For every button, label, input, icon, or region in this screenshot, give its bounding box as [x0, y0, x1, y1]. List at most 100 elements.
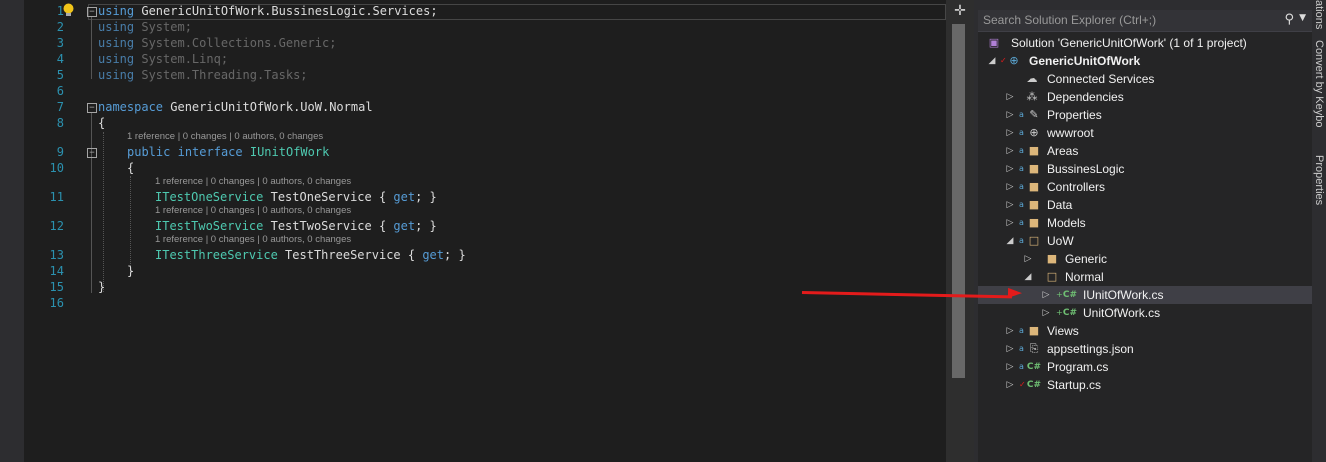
collapsed-arrow-icon[interactable]: ▷ [1005, 322, 1015, 340]
tree-item-models[interactable]: ▷ a ■ Models [978, 214, 1312, 232]
tab-properties[interactable]: Properties [1313, 155, 1325, 205]
tree-item-program[interactable]: ▷ a C# Program.cs [978, 358, 1312, 376]
line-number: 7 [56, 100, 64, 114]
collapsed-arrow-icon[interactable]: ▷ [1005, 160, 1015, 178]
tree-item-controllers[interactable]: ▷ a ■ Controllers [978, 178, 1312, 196]
tree-item-connected-services[interactable]: ☁ Connected Services [978, 70, 1312, 88]
tree-item-wwwroot[interactable]: ▷ a ⊕ wwwroot [978, 124, 1312, 142]
globe-icon: ⊕ [1029, 126, 1039, 139]
tree-item-areas[interactable]: ▷ a ■ Areas [978, 142, 1312, 160]
codelens-info[interactable]: 1 reference | 0 changes | 0 authors, 0 c… [155, 234, 351, 246]
editor-vertical-scrollbar[interactable]: ✛ [946, 0, 974, 462]
code-editor[interactable]: 1 2 3 4 5 6 7 8 9 10 11 12 13 14 15 16 −… [24, 0, 946, 462]
code-text: ; } [415, 190, 437, 204]
collapsed-arrow-icon[interactable]: ▷ [1005, 376, 1015, 394]
tree-item-label: Controllers [1047, 180, 1106, 194]
collapse-toggle[interactable]: − [87, 148, 97, 158]
collapsed-arrow-icon[interactable]: ▷ [1005, 142, 1015, 160]
side-tool-tabs: ations Convert by Keybo Properties [1312, 0, 1326, 462]
collapse-toggle[interactable]: − [87, 7, 97, 17]
expanded-arrow-icon[interactable]: ◢ [987, 52, 997, 70]
collapsed-arrow-icon[interactable]: ▷ [1041, 286, 1051, 304]
code-text: GenericUnitOfWork.UoW.Normal [163, 100, 373, 114]
tree-item-properties[interactable]: ▷ a ✎ Properties [978, 106, 1312, 124]
tree-item-normal[interactable]: ◢ □ Normal [978, 268, 1312, 286]
code-line[interactable]: ITestOneService TestOneService { get; } [155, 189, 437, 205]
code-text: ; } [444, 248, 466, 262]
keyword: using [98, 68, 135, 82]
tree-item-iunitofwork[interactable]: ▷ + C# IUnitOfWork.cs [978, 286, 1312, 304]
chevron-down-icon[interactable]: ▼ [1299, 13, 1306, 23]
tree-item-label: UnitOfWork.cs [1083, 306, 1161, 320]
expanded-arrow-icon[interactable]: ◢ [1005, 232, 1015, 250]
collapsed-arrow-icon[interactable]: ▷ [1005, 88, 1015, 106]
code-line[interactable]: namespace GenericUnitOfWork.UoW.Normal [98, 99, 373, 115]
code-text: TestTwoService { [263, 219, 394, 233]
codelens-info[interactable]: 1 reference | 0 changes | 0 authors, 0 c… [155, 176, 351, 188]
tree-item-appsettings[interactable]: ▷ a ⎘ appsettings.json [978, 340, 1312, 358]
tab-convert-by-keyboard[interactable]: Convert by Keybo [1313, 40, 1325, 127]
tree-item-dependencies[interactable]: ▷ ⁂ Dependencies [978, 88, 1312, 106]
collapsed-arrow-icon[interactable]: ▷ [1005, 340, 1015, 358]
tree-item-label: GenericUnitOfWork [1029, 54, 1141, 68]
code-line[interactable]: using System.Linq; [98, 51, 228, 67]
code-line[interactable]: ITestThreeService TestThreeService { get… [155, 247, 466, 263]
line-number: 14 [49, 264, 64, 278]
tree-item-solution[interactable]: ▣ Solution 'GenericUnitOfWork' (1 of 1 p… [978, 34, 1312, 52]
keyword: using [98, 36, 135, 50]
line-number: 6 [56, 84, 64, 98]
collapsed-arrow-icon[interactable]: ▷ [1023, 250, 1033, 268]
code-line[interactable]: } [127, 263, 134, 279]
collapse-toggle[interactable]: − [87, 103, 97, 113]
keyword: get [422, 248, 445, 262]
tree-item-generic[interactable]: ▷ ■ Generic [978, 250, 1312, 268]
tree-item-label: UoW [1047, 234, 1074, 248]
tree-item-label: wwwroot [1047, 126, 1094, 140]
code-line[interactable]: using System.Threading.Tasks; [98, 67, 308, 83]
wrench-icon: ✎ [1029, 108, 1039, 121]
collapsed-arrow-icon[interactable]: ▷ [1005, 196, 1015, 214]
codelens-info[interactable]: 1 reference | 0 changes | 0 authors, 0 c… [155, 205, 351, 217]
split-window-icon[interactable]: ✛ [953, 4, 967, 18]
editor-left-margin [0, 0, 24, 462]
json-file-icon: ⎘ [1029, 342, 1039, 355]
solution-explorer-search[interactable]: Search Solution Explorer (Ctrl+;) ⚲ ▼ [978, 10, 1312, 32]
tab-notifications[interactable]: ations [1313, 0, 1325, 29]
code-line[interactable]: using System.Collections.Generic; [98, 35, 336, 51]
code-text: System.Linq; [134, 52, 229, 66]
code-line[interactable]: public interface IUnitOfWork [127, 144, 329, 160]
type-name: ITestThreeService [155, 248, 278, 262]
code-text: TestOneService { [263, 190, 394, 204]
scrollbar-thumb[interactable] [952, 24, 965, 378]
tree-item-bussineslogic[interactable]: ▷ a ■ BussinesLogic [978, 160, 1312, 178]
tree-item-uow[interactable]: ◢ a □ UoW [978, 232, 1312, 250]
folder-icon: ■ [1028, 324, 1040, 337]
tree-item-startup[interactable]: ▷ ✓ C# Startup.cs [978, 376, 1312, 394]
search-icon[interactable]: ⚲ [1284, 12, 1294, 27]
collapsed-arrow-icon[interactable]: ▷ [1041, 304, 1051, 322]
expanded-arrow-icon[interactable]: ◢ [1023, 268, 1033, 286]
collapsed-arrow-icon[interactable]: ▷ [1005, 106, 1015, 124]
folder-icon: ■ [1028, 180, 1040, 193]
code-line[interactable]: { [127, 160, 134, 176]
tree-item-label: Dependencies [1047, 90, 1124, 104]
code-line[interactable]: using GenericUnitOfWork.BussinesLogic.Se… [98, 3, 438, 19]
collapsed-arrow-icon[interactable]: ▷ [1005, 358, 1015, 376]
search-input[interactable]: Search Solution Explorer (Ctrl+;) [983, 13, 1156, 27]
code-line[interactable]: ITestTwoService TestTwoService { get; } [155, 218, 437, 234]
type-name: ITestOneService [155, 190, 264, 204]
tree-item-data[interactable]: ▷ a ■ Data [978, 196, 1312, 214]
code-line[interactable]: { [98, 115, 105, 131]
collapsed-arrow-icon[interactable]: ▷ [1005, 124, 1015, 142]
tree-item-label: Program.cs [1047, 360, 1109, 374]
codelens-info[interactable]: 1 reference | 0 changes | 0 authors, 0 c… [127, 131, 323, 143]
code-line[interactable]: } [98, 279, 105, 295]
collapsed-arrow-icon[interactable]: ▷ [1005, 178, 1015, 196]
code-text: System; [134, 20, 192, 34]
tree-item-unitofwork[interactable]: ▷ + C# UnitOfWork.cs [978, 304, 1312, 322]
tree-item-project[interactable]: ◢ ✓ ⊕ GenericUnitOfWork [978, 52, 1312, 70]
code-line[interactable]: using System; [98, 19, 192, 35]
tree-item-views[interactable]: ▷ a ■ Views [978, 322, 1312, 340]
outline-bracket [91, 17, 92, 79]
collapsed-arrow-icon[interactable]: ▷ [1005, 214, 1015, 232]
